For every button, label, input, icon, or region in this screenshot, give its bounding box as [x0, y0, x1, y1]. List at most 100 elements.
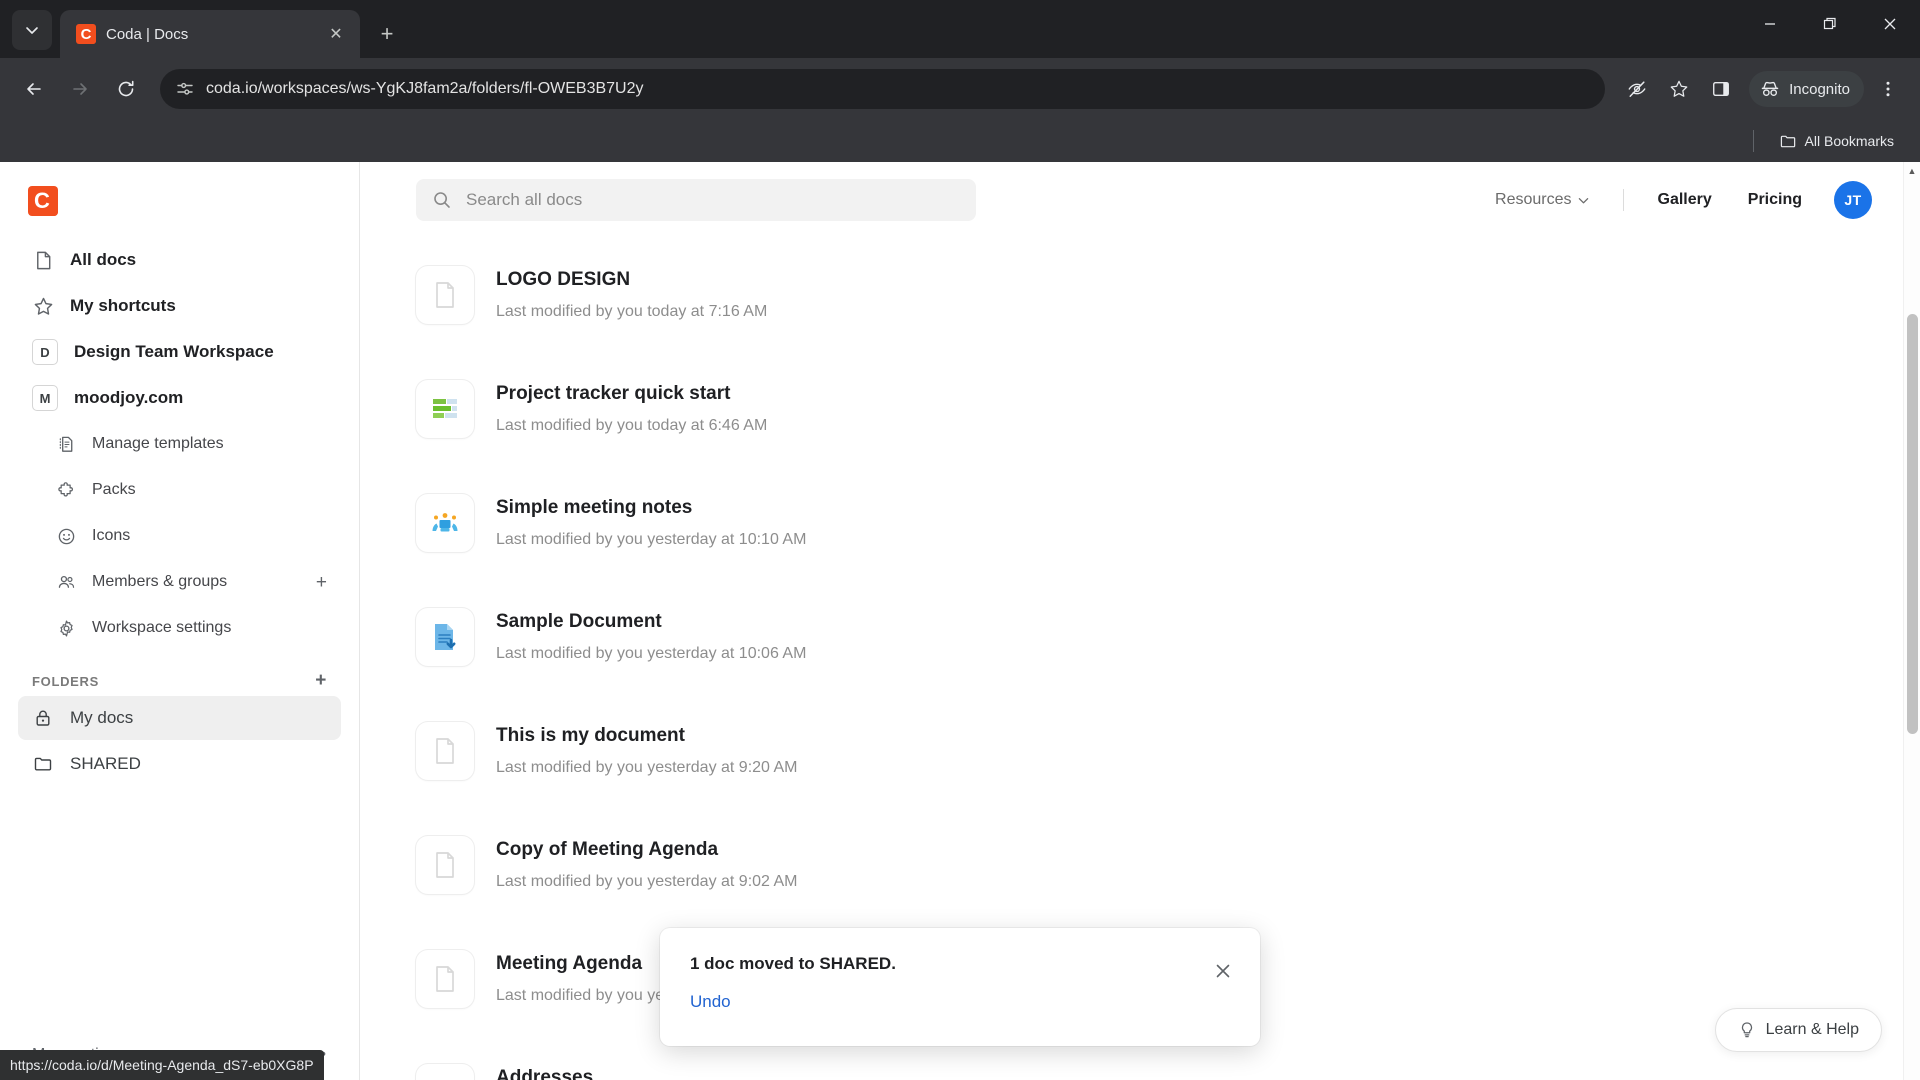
browser-window: C Coda | Docs ✕ + coda.io/workspaces/ws-… [0, 0, 1920, 1080]
folder-icon [32, 753, 54, 775]
sidebar-item-label: Design Team Workspace [74, 342, 274, 361]
site-settings-icon [177, 82, 193, 95]
sidebar-primary-nav: All docs My shortcuts D Design Team Work… [0, 238, 359, 650]
blank-doc-icon [416, 950, 474, 1008]
doc-row[interactable]: Sample Document Last modified by you yes… [416, 580, 1920, 694]
forward-button[interactable] [60, 69, 100, 109]
sidebar-item-all-docs[interactable]: All docs [18, 238, 341, 282]
close-icon [1884, 18, 1896, 30]
sidebar-item-workspace-settings[interactable]: Workspace settings [42, 606, 341, 650]
sidebar-item-moodjoy[interactable]: M moodjoy.com [18, 376, 341, 420]
sidebar-item-members-groups[interactable]: Members & groups + [42, 560, 341, 604]
learn-help-button[interactable]: Learn & Help [1714, 1008, 1882, 1052]
doc-row[interactable]: This is my document Last modified by you… [416, 694, 1920, 808]
doc-row[interactable]: Simple meeting notes Last modified by yo… [416, 466, 1920, 580]
coda-logo-icon[interactable]: C [28, 186, 58, 216]
resources-label: Resources [1495, 191, 1572, 208]
tab-title: Coda | Docs [106, 25, 189, 43]
doc-title: Addresses [496, 1067, 594, 1080]
side-panel-icon [1713, 81, 1730, 97]
document-icon [32, 249, 54, 271]
add-member-button[interactable]: + [316, 573, 327, 592]
sidebar-item-manage-templates[interactable]: Manage templates [42, 422, 341, 466]
pricing-link[interactable]: Pricing [1730, 183, 1820, 217]
lock-icon [32, 707, 54, 729]
reload-button[interactable] [106, 69, 146, 109]
sidebar-folder-my-docs[interactable]: My docs [18, 696, 341, 740]
tab-search-button[interactable] [12, 10, 52, 50]
doc-subtitle: Last modified by you yesterday at 10:10 … [496, 531, 807, 548]
folders-section-header: FOLDERS + [32, 670, 327, 692]
doc-text: Copy of Meeting Agenda Last modified by … [496, 839, 798, 891]
doc-row[interactable]: Copy of Meeting Agenda Last modified by … [416, 808, 1920, 922]
back-button[interactable] [14, 69, 54, 109]
doc-row[interactable]: Project tracker quick start Last modifie… [416, 352, 1920, 466]
gallery-link[interactable]: Gallery [1640, 183, 1730, 217]
toast-notification: 1 doc moved to SHARED. Undo [660, 928, 1260, 1046]
all-bookmarks-button[interactable]: All Bookmarks [1772, 128, 1902, 155]
coda-favicon-icon: C [76, 24, 96, 44]
avatar[interactable]: JT [1834, 181, 1872, 219]
resources-dropdown[interactable]: Resources [1477, 183, 1606, 217]
sidebar-item-my-shortcuts[interactable]: My shortcuts [18, 284, 341, 328]
meeting-notes-icon [416, 494, 474, 552]
header-separator [1622, 189, 1624, 211]
side-panel-button[interactable] [1703, 71, 1739, 107]
toast-message: 1 doc moved to SHARED. [690, 954, 896, 973]
minimize-button[interactable] [1740, 0, 1800, 48]
main-header: Search all docs Resources Gallery Pricin… [360, 162, 1920, 238]
add-folder-button[interactable]: + [315, 670, 327, 692]
address-bar-url: coda.io/workspaces/ws-YgKJ8fam2a/folders… [206, 80, 644, 97]
scroll-up-arrow-icon[interactable]: ▲ [1904, 162, 1920, 179]
learn-help-label: Learn & Help [1765, 1021, 1859, 1038]
coda-logo-letter: C [34, 188, 50, 213]
header-nav: Resources Gallery Pricing JT [1477, 181, 1872, 219]
undo-link[interactable]: Undo [690, 992, 1230, 1012]
window-controls [1740, 0, 1920, 48]
incognito-indicator[interactable]: Incognito [1749, 71, 1864, 107]
template-icon [56, 434, 76, 454]
doc-text: LOGO DESIGN Last modified by you today a… [496, 269, 767, 321]
doc-text: Sample Document Last modified by you yes… [496, 611, 806, 663]
sidebar-item-icons[interactable]: Icons [42, 514, 341, 558]
doc-row[interactable]: LOGO DESIGN Last modified by you today a… [416, 238, 1920, 352]
doc-title: This is my document [496, 725, 685, 746]
doc-title: Project tracker quick start [496, 383, 731, 404]
puzzle-icon [56, 480, 76, 500]
bookmark-star-button[interactable] [1661, 71, 1697, 107]
lightbulb-icon [1741, 1022, 1752, 1038]
doc-text: Addresses Last modified by you yesterday… [496, 1067, 798, 1080]
address-bar[interactable]: coda.io/workspaces/ws-YgKJ8fam2a/folders… [160, 69, 1606, 109]
doc-title: Sample Document [496, 611, 662, 632]
close-window-button[interactable] [1860, 0, 1920, 48]
workspace-badge: M [32, 385, 58, 411]
forward-arrow-icon [73, 83, 87, 95]
tab-close-icon[interactable]: ✕ [324, 22, 348, 46]
tracking-protection-icon[interactable] [1619, 71, 1655, 107]
search-icon [434, 192, 450, 208]
sidebar-folder-label: SHARED [70, 754, 141, 773]
sidebar-item-packs[interactable]: Packs [42, 468, 341, 512]
doc-text: This is my document Last modified by you… [496, 725, 798, 777]
folder-icon [1780, 135, 1795, 147]
doc-subtitle: Last modified by you yesterday at 9:20 A… [496, 759, 798, 776]
browser-tab[interactable]: C Coda | Docs ✕ [60, 10, 360, 58]
chevron-down-icon [1578, 197, 1588, 203]
page-scrollbar[interactable]: ▲ [1903, 162, 1920, 1080]
bookmark-separator [1752, 130, 1754, 152]
sidebar-item-label: Workspace settings [92, 619, 232, 636]
search-input[interactable]: Search all docs [416, 179, 976, 221]
star-icon [1670, 80, 1688, 97]
restore-button[interactable] [1800, 0, 1860, 48]
sidebar-item-design-team-workspace[interactable]: D Design Team Workspace [18, 330, 341, 374]
doc-subtitle: Last modified by you today at 7:16 AM [496, 303, 768, 320]
chrome-menu-button[interactable] [1870, 71, 1906, 107]
toast-close-icon[interactable] [1212, 960, 1234, 982]
all-bookmarks-label: All Bookmarks [1804, 133, 1894, 149]
blank-doc-icon [416, 722, 474, 780]
scrollbar-thumb[interactable] [1907, 314, 1918, 734]
new-tab-button[interactable]: + [370, 17, 404, 51]
sample-document-icon [416, 608, 474, 666]
blank-doc-icon [416, 836, 474, 894]
sidebar-folder-shared[interactable]: SHARED [18, 742, 341, 786]
